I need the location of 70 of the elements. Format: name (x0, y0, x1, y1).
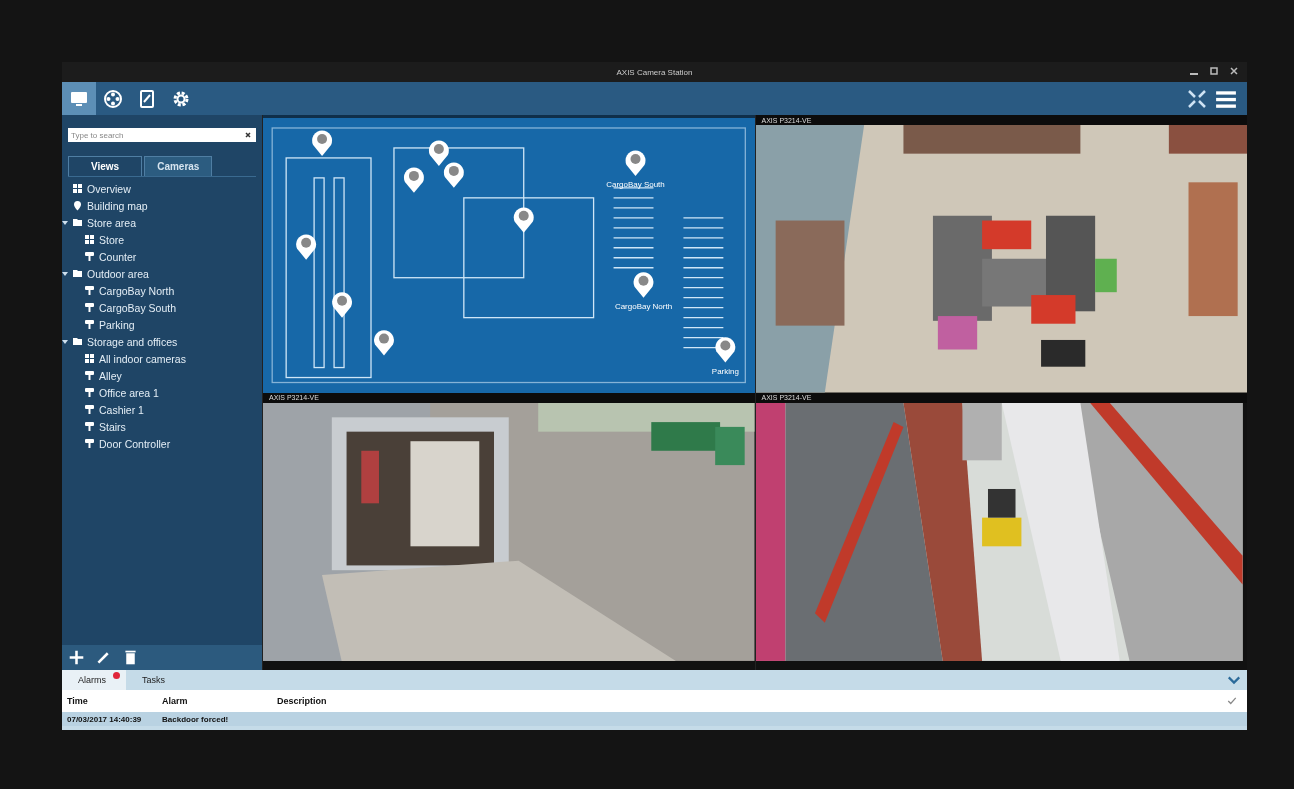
tree-item[interactable]: Cashier 1 (99, 403, 144, 416)
column-header: Description (277, 696, 328, 706)
window-title: AXIS Camera Station (616, 67, 693, 77)
camera-pin-icon[interactable] (715, 337, 736, 363)
tree-item[interactable]: Counter (99, 250, 137, 263)
clear-icon (244, 131, 252, 139)
camera-pin-icon[interactable] (513, 207, 534, 233)
pin-label: Parking (711, 366, 739, 376)
camera-pin-icon[interactable] (443, 162, 464, 188)
camera-icon (84, 251, 95, 262)
tree-item[interactable]: CargoBay South (99, 301, 177, 314)
tree-item[interactable]: Alley (99, 369, 122, 382)
camera-icon (84, 370, 95, 381)
tree-item[interactable]: Door Controller (99, 437, 171, 450)
collapse-arrow-icon[interactable] (62, 338, 68, 345)
add-icon[interactable] (68, 649, 85, 666)
tree-item[interactable]: Building map (87, 199, 148, 212)
camera-pin-icon[interactable] (312, 130, 333, 156)
close-icon[interactable] (1229, 66, 1239, 76)
camera-icon (84, 404, 95, 415)
tree-item[interactable]: CargoBay North (99, 284, 175, 297)
pin-label: CargoBay North (614, 301, 673, 311)
collapse-arrow-icon[interactable] (62, 219, 68, 226)
grid-icon (72, 183, 83, 194)
grid-icon (84, 234, 95, 245)
sidebar-tab[interactable]: Cameras (144, 156, 213, 176)
pin-label: CargoBay South (606, 179, 665, 189)
camera-icon (84, 438, 95, 449)
column-header: Time (67, 696, 89, 706)
search-field[interactable]: Type to search (68, 128, 256, 142)
fullscreen-icon[interactable] (1187, 88, 1207, 109)
table-cell-text: Backdoor forced! (162, 714, 230, 724)
check-icon (1227, 696, 1237, 706)
camera-icon (84, 387, 95, 398)
panel-tab[interactable]: Tasks (126, 670, 182, 690)
camera-pin-icon[interactable] (296, 234, 317, 260)
film-reel-icon (103, 88, 123, 109)
tree-item[interactable]: Office area 1 (99, 386, 159, 399)
tree-item[interactable]: Parking (99, 318, 135, 331)
table-cell-text: 07/03/2017 14:40:39 (67, 714, 143, 724)
panel-tab[interactable]: Alarms (62, 670, 126, 690)
camera-icon (84, 285, 95, 296)
camera-pin-icon[interactable] (374, 330, 394, 356)
tree-item[interactable]: Storage and offices (87, 335, 178, 348)
maximize-icon[interactable] (1209, 66, 1219, 76)
camera-pin-icon[interactable] (625, 150, 646, 176)
folder-icon (72, 217, 83, 228)
camera-icon (84, 302, 95, 313)
trash-icon[interactable] (122, 649, 139, 666)
camera-icon (84, 319, 95, 330)
camera-pin-icon[interactable] (403, 167, 424, 193)
tree-item[interactable]: All indoor cameras (99, 352, 186, 365)
camera-icon (84, 421, 95, 432)
camera-pin-icon[interactable] (633, 272, 654, 298)
folder-icon (72, 268, 83, 279)
tree-item[interactable]: Store (99, 233, 125, 246)
tree-item[interactable]: Overview (87, 182, 131, 195)
camera-pin-icon[interactable] (332, 292, 352, 318)
column-header: Alarm (162, 696, 189, 706)
tree-item[interactable]: Stairs (99, 420, 126, 433)
grid-icon (84, 353, 95, 364)
tree-item[interactable]: Outdoor area (87, 267, 149, 280)
pin-icon (72, 200, 83, 211)
collapse-arrow-icon[interactable] (62, 270, 68, 277)
tree-item[interactable]: Store area (87, 216, 137, 229)
camera-pin-icon[interactable] (428, 140, 449, 166)
folder-icon (72, 336, 83, 347)
sidebar-tab[interactable]: Views (68, 156, 143, 176)
clipboard-icon (137, 88, 157, 109)
monitor-tab[interactable] (62, 82, 96, 115)
